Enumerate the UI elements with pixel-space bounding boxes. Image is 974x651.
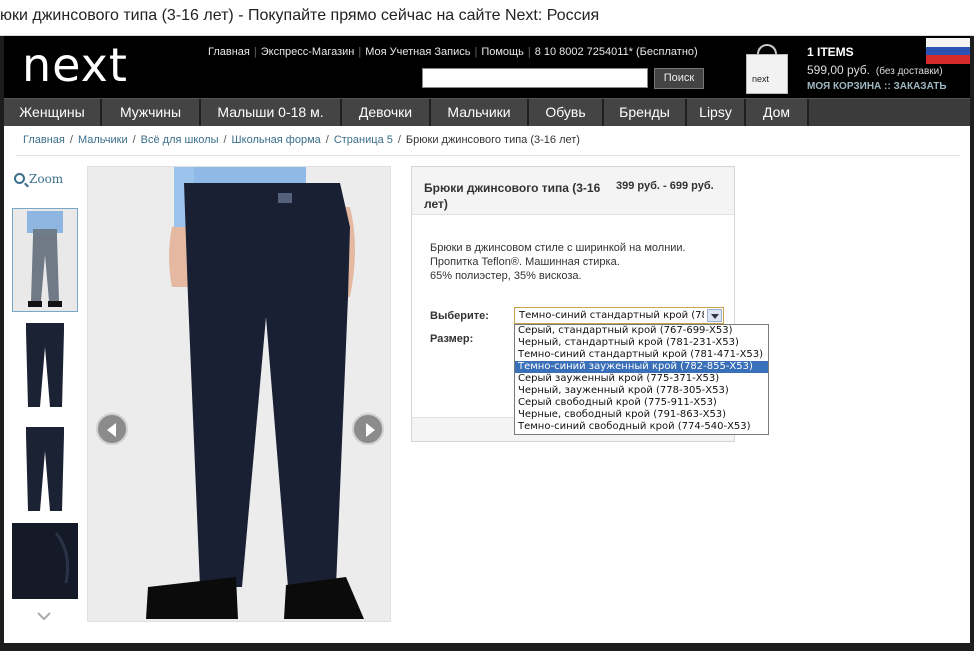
nav-item-lipsy[interactable]: Lipsy	[687, 99, 746, 126]
breadcrumb-current: Брюки джинсового типа (3-16 лет)	[405, 134, 580, 146]
nav-item-brands[interactable]: Бренды	[604, 99, 687, 126]
main-product-image[interactable]	[87, 166, 391, 622]
next-logo[interactable]: next	[22, 42, 128, 88]
web-page: next Главная | Экспресс-Магазин | Моя Учетна…	[4, 36, 970, 643]
description-line-3: 65% полиэстер, 35% вискоза.	[430, 270, 582, 282]
top-links: Главная | Экспресс-Магазин | Моя Учетная Зап…	[208, 46, 698, 58]
search-input[interactable]	[422, 68, 648, 88]
nav-item-girls[interactable]: Девочки	[342, 99, 431, 126]
my-cart-link[interactable]: МОЯ КОРЗИНА	[807, 81, 881, 92]
toplink-express-store[interactable]: Экспресс-Магазин	[261, 46, 355, 58]
variant-option[interactable]: Черные, свободный крой (791-863-X53)	[515, 409, 768, 421]
toplink-home[interactable]: Главная	[208, 46, 250, 58]
thumbnail-1[interactable]	[12, 208, 78, 312]
toplink-phone: 8 10 8002 7254011* (Бесплатно)	[534, 46, 698, 58]
variant-option-highlighted[interactable]: Темно-синий зауженный крой (782-855-X53)	[515, 361, 768, 373]
thumbnail-3[interactable]	[12, 421, 78, 519]
cart-links-separator: ::	[884, 81, 891, 92]
cart-total: 599,00 руб. (без доставки)	[807, 63, 943, 77]
search-button[interactable]: Поиск	[654, 68, 704, 89]
product-title: Брюки джинсового типа (3-16 лет)	[424, 181, 601, 211]
magnifier-icon	[14, 173, 25, 184]
nav-item-men[interactable]: Мужчины	[102, 99, 201, 126]
prev-image-button[interactable]	[96, 413, 128, 445]
thumbnails-down-chevron-icon[interactable]	[37, 608, 51, 621]
toplink-help[interactable]: Помощь	[481, 46, 524, 58]
product-description: Брюки в джинсовом стиле с ширинкой на мо…	[430, 241, 686, 283]
chevron-left-icon	[107, 423, 116, 437]
variant-options-list: Серый, стандартный крой (767-699-X53) Че…	[514, 324, 769, 435]
product-panel-header: Брюки джинсового типа (3-16 лет) 399 руб…	[412, 167, 734, 215]
choose-label: Выберите:	[430, 310, 489, 322]
variant-option[interactable]: Серый, стандартный крой (767-699-X53)	[515, 325, 768, 337]
toplink-my-account[interactable]: Моя Учетная Запись	[365, 46, 470, 58]
variant-option[interactable]: Серый свободный крой (775-911-X53)	[515, 397, 768, 409]
variant-option[interactable]: Темно-синий стандартный крой (781-471-X5…	[515, 349, 768, 361]
breadcrumb-link-uniform[interactable]: Школьная форма	[232, 134, 321, 146]
variant-option[interactable]: Темно-синий свободный крой (774-540-X53)	[515, 421, 768, 433]
variant-option[interactable]: Черный, стандартный крой (781-231-X53)	[515, 337, 768, 349]
zoom-label: Zoom	[29, 172, 64, 186]
checkout-link[interactable]: ЗАКАЗАТЬ	[894, 81, 947, 92]
bag-logo-label: next	[752, 74, 770, 84]
nav-item-women[interactable]: Женщины	[4, 99, 102, 126]
next-image-button[interactable]	[352, 413, 384, 445]
main-nav: Женщины Мужчины Малыши 0-18 м. Девочки М…	[4, 98, 970, 126]
variant-select[interactable]: Темно-синий стандартный крой (78	[514, 307, 724, 324]
browser-titlebar: юки джинсового типа (3-16 лет) - Покупай…	[0, 0, 974, 36]
nav-item-babies[interactable]: Малыши 0-18 м.	[201, 99, 342, 126]
cart-price-value: 599,00 руб.	[807, 63, 870, 77]
zoom-button[interactable]: Zoom	[14, 172, 63, 186]
russia-flag-icon[interactable]	[926, 38, 970, 64]
chevron-right-icon	[366, 423, 375, 437]
breadcrumb: Главная / Мальчики / Всё для школы / Школьная …	[23, 134, 580, 146]
site-header: next Главная | Экспресс-Магазин | Моя Учетна…	[4, 36, 970, 98]
breadcrumb-divider	[16, 155, 960, 156]
product-price: 399 руб. - 699 руб.	[616, 180, 714, 192]
cart-price-note: (без доставки)	[875, 66, 943, 77]
nav-item-home[interactable]: Дом	[746, 99, 809, 126]
dropdown-arrow-icon[interactable]	[707, 309, 722, 322]
nav-item-boys[interactable]: Мальчики	[431, 99, 529, 126]
nav-item-shoes[interactable]: Обувь	[529, 99, 604, 126]
description-line-2: Пропитка Teflon®. Машинная стирка.	[430, 256, 620, 268]
description-line-1: Брюки в джинсовом стиле с ширинкой на мо…	[430, 242, 686, 254]
breadcrumb-link-page5[interactable]: Страница 5	[334, 134, 393, 146]
size-label: Размер:	[430, 333, 474, 345]
thumbnail-2[interactable]	[12, 317, 78, 415]
variant-option[interactable]: Черный, зауженный крой (778-305-X53)	[515, 385, 768, 397]
cart-item-count[interactable]: 1 ITEMS	[807, 45, 854, 59]
window-title: юки джинсового типа (3-16 лет) - Покупай…	[0, 7, 600, 24]
breadcrumb-link-school[interactable]: Всё для школы	[141, 134, 219, 146]
cart-links: МОЯ КОРЗИНА :: ЗАКАЗАТЬ	[807, 81, 947, 92]
breadcrumb-link-home[interactable]: Главная	[23, 134, 65, 146]
variant-option[interactable]: Серый зауженный крой (775-371-X53)	[515, 373, 768, 385]
shopping-bag-icon[interactable]: next	[746, 42, 792, 94]
breadcrumb-link-boys[interactable]: Мальчики	[78, 134, 128, 146]
variant-select-value: Темно-синий стандартный крой (78	[519, 310, 704, 321]
thumbnail-4[interactable]	[12, 523, 78, 599]
